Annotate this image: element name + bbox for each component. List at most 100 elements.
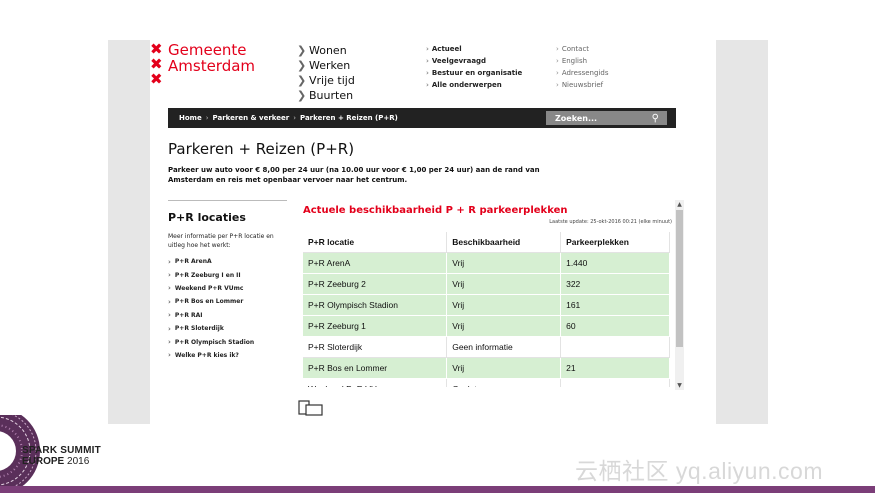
table-row: P+R Zeeburg 1 Vrij 60 (303, 315, 670, 337)
location-link-sloterdijk[interactable]: › P+R Sloterdijk (168, 322, 254, 335)
availability-widget: Actuele beschikbaarheid P + R parkeerple… (298, 200, 687, 390)
cell-locatie: Weekend P+R VUmc (303, 378, 448, 387)
cell-parkeerplekken: 21 (560, 357, 670, 379)
nav-link-nieuwsbrief[interactable]: › Nieuwsbrief (556, 79, 608, 91)
chevron-right-icon: › (426, 81, 429, 89)
cell-parkeerplekken: 161 (560, 294, 670, 316)
chevron-right-icon: › (168, 271, 171, 280)
chevron-right-icon: › (205, 114, 209, 122)
nav-item-werken[interactable]: ❯ Werken (297, 58, 355, 73)
cell-parkeerplekken: 60 (560, 315, 670, 337)
chevron-right-icon: › (426, 45, 429, 53)
cell-beschikbaarheid: Gesloten (446, 378, 562, 387)
chevron-right-icon: › (556, 69, 559, 77)
widget-scrollbar[interactable]: ▲ ▼ (675, 200, 684, 390)
nav-link-contact[interactable]: › Contact (556, 43, 608, 55)
location-link-zeeburg[interactable]: › P+R Zeeburg I en II (168, 268, 254, 281)
cell-beschikbaarheid: Vrij (446, 294, 562, 316)
cell-beschikbaarheid: Geen informatie (446, 336, 562, 358)
right-margin (716, 40, 768, 424)
chevron-right-icon: › (168, 297, 171, 306)
cell-parkeerplekken: 322 (560, 273, 670, 295)
location-link-bos-en-lommer[interactable]: › P+R Bos en Lommer (168, 295, 254, 308)
scrollbar-thumb[interactable] (676, 210, 683, 347)
breadcrumb-current: Parkeren + Reizen (P+R) (300, 114, 398, 122)
responsive-devices-icon[interactable] (298, 400, 324, 416)
cell-beschikbaarheid: Vrij (446, 273, 562, 295)
nav-link-actueel[interactable]: › Actueel (426, 43, 522, 55)
chevron-right-icon: › (556, 81, 559, 89)
cell-locatie: P+R Olympisch Stadion (303, 294, 448, 316)
location-link-rai[interactable]: › P+R RAI (168, 309, 254, 322)
search-box: ⚲ (546, 111, 667, 125)
breadcrumb: Home › Parkeren & verkeer › Parkeren + R… (168, 108, 676, 128)
nav-item-vrije-tijd[interactable]: ❯ Vrije tijd (297, 73, 355, 88)
spark-summit-title: SPARK SUMMIT EUROPE 2016 (22, 445, 101, 467)
secondary-nav: › Actueel › Veelgevraagd › Bestuur en organ… (426, 43, 522, 91)
page-title: Parkeren + Reizen (P+R) (168, 140, 355, 158)
chevron-right-icon: › (556, 57, 559, 65)
breadcrumb-parkeren-verkeer[interactable]: Parkeren & verkeer (213, 114, 290, 122)
location-link-welke-pr[interactable]: › Welke P+R kies ik? (168, 349, 254, 362)
column-header-beschikbaarheid: Beschikbaarheid (446, 232, 562, 253)
locations-list: › P+R ArenA › P+R Zeeburg I en II › Weekend… (168, 255, 254, 362)
scroll-up-arrow-icon[interactable]: ▲ (675, 200, 684, 209)
chevron-right-icon: ❯ (297, 59, 307, 72)
webpage: ✖ ✖ ✖ Gemeente Amsterdam ❯ Wonen ❯ Werken … (150, 40, 716, 424)
table-header-row: P+R locatie Beschikbaarheid Parkeerplekk… (303, 232, 670, 253)
locations-intro: Meer informatie per P+R locatie en uitle… (168, 233, 274, 249)
location-link-vumc[interactable]: › Weekend P+R VUmc (168, 282, 254, 295)
nav-link-english[interactable]: › English (556, 55, 608, 67)
table-row: P+R Sloterdijk Geen informatie (303, 336, 670, 358)
cell-parkeerplekken (560, 336, 670, 358)
bottom-stripe (0, 486, 875, 493)
chevron-right-icon: › (168, 257, 171, 266)
chevron-right-icon: › (426, 69, 429, 77)
chevron-right-icon: › (168, 284, 171, 293)
nav-link-alle-onderwerpen[interactable]: › Alle onderwerpen (426, 79, 522, 91)
scroll-down-arrow-icon[interactable]: ▼ (675, 381, 684, 390)
logo-text: Gemeente Amsterdam (168, 41, 256, 75)
cell-parkeerplekken (560, 378, 670, 387)
chevron-right-icon: ❯ (297, 74, 307, 87)
location-link-arena[interactable]: › P+R ArenA (168, 255, 254, 268)
chevron-right-icon: › (168, 338, 171, 347)
left-margin (108, 40, 150, 424)
chevron-right-icon: › (556, 45, 559, 53)
page-intro: Parkeer uw auto voor € 8,00 per 24 uur (… (168, 166, 540, 184)
nav-item-wonen[interactable]: ❯ Wonen (297, 43, 355, 58)
chevron-right-icon: › (168, 324, 171, 333)
table-row: Weekend P+R VUmc Gesloten (303, 378, 670, 387)
cell-parkeerplekken: 1.440 (560, 252, 670, 274)
cell-locatie: P+R ArenA (303, 252, 448, 274)
nav-link-bestuur[interactable]: › Bestuur en organisatie (426, 67, 522, 79)
cell-beschikbaarheid: Vrij (446, 252, 562, 274)
search-input[interactable] (555, 113, 645, 123)
location-link-olympisch-stadion[interactable]: › P+R Olympisch Stadion (168, 335, 254, 348)
table-row: P+R Olympisch Stadion Vrij 161 (303, 294, 670, 316)
logo-crosses-icon: ✖ ✖ ✖ (150, 40, 163, 88)
breadcrumb-home[interactable]: Home (179, 114, 202, 122)
chevron-right-icon: › (168, 351, 171, 360)
table-row: P+R ArenA Vrij 1.440 (303, 252, 670, 274)
chevron-right-icon: › (426, 57, 429, 65)
nav-item-buurten[interactable]: ❯ Buurten (297, 88, 355, 103)
tertiary-nav: › Contact › English › Adressengids › Nieuwsb… (556, 43, 608, 91)
primary-nav: ❯ Wonen ❯ Werken ❯ Vrije tijd ❯ Buurten (297, 43, 355, 103)
table-row: P+R Bos en Lommer Vrij 21 (303, 357, 670, 379)
availability-table: P+R locatie Beschikbaarheid Parkeerplekk… (303, 232, 670, 387)
availability-table-viewport: P+R locatie Beschikbaarheid Parkeerplekk… (303, 232, 670, 387)
widget-title: Actuele beschikbaarheid P + R parkeerple… (303, 205, 568, 216)
chevron-right-icon: ❯ (297, 89, 307, 102)
cell-beschikbaarheid: Vrij (446, 357, 562, 379)
nav-link-veelgevraagd[interactable]: › Veelgevraagd (426, 55, 522, 67)
search-icon[interactable]: ⚲ (652, 113, 659, 124)
cell-locatie: P+R Zeeburg 2 (303, 273, 448, 295)
nav-link-adressengids[interactable]: › Adressengids (556, 67, 608, 79)
cell-locatie: P+R Sloterdijk (303, 336, 448, 358)
cell-beschikbaarheid: Vrij (446, 315, 562, 337)
table-row: P+R Zeeburg 2 Vrij 322 (303, 273, 670, 295)
cell-locatie: P+R Bos en Lommer (303, 357, 448, 379)
last-update: Laatste update: 25-okt-2016 00:21 (elke … (549, 219, 672, 225)
column-header-locatie: P+R locatie (303, 232, 448, 253)
